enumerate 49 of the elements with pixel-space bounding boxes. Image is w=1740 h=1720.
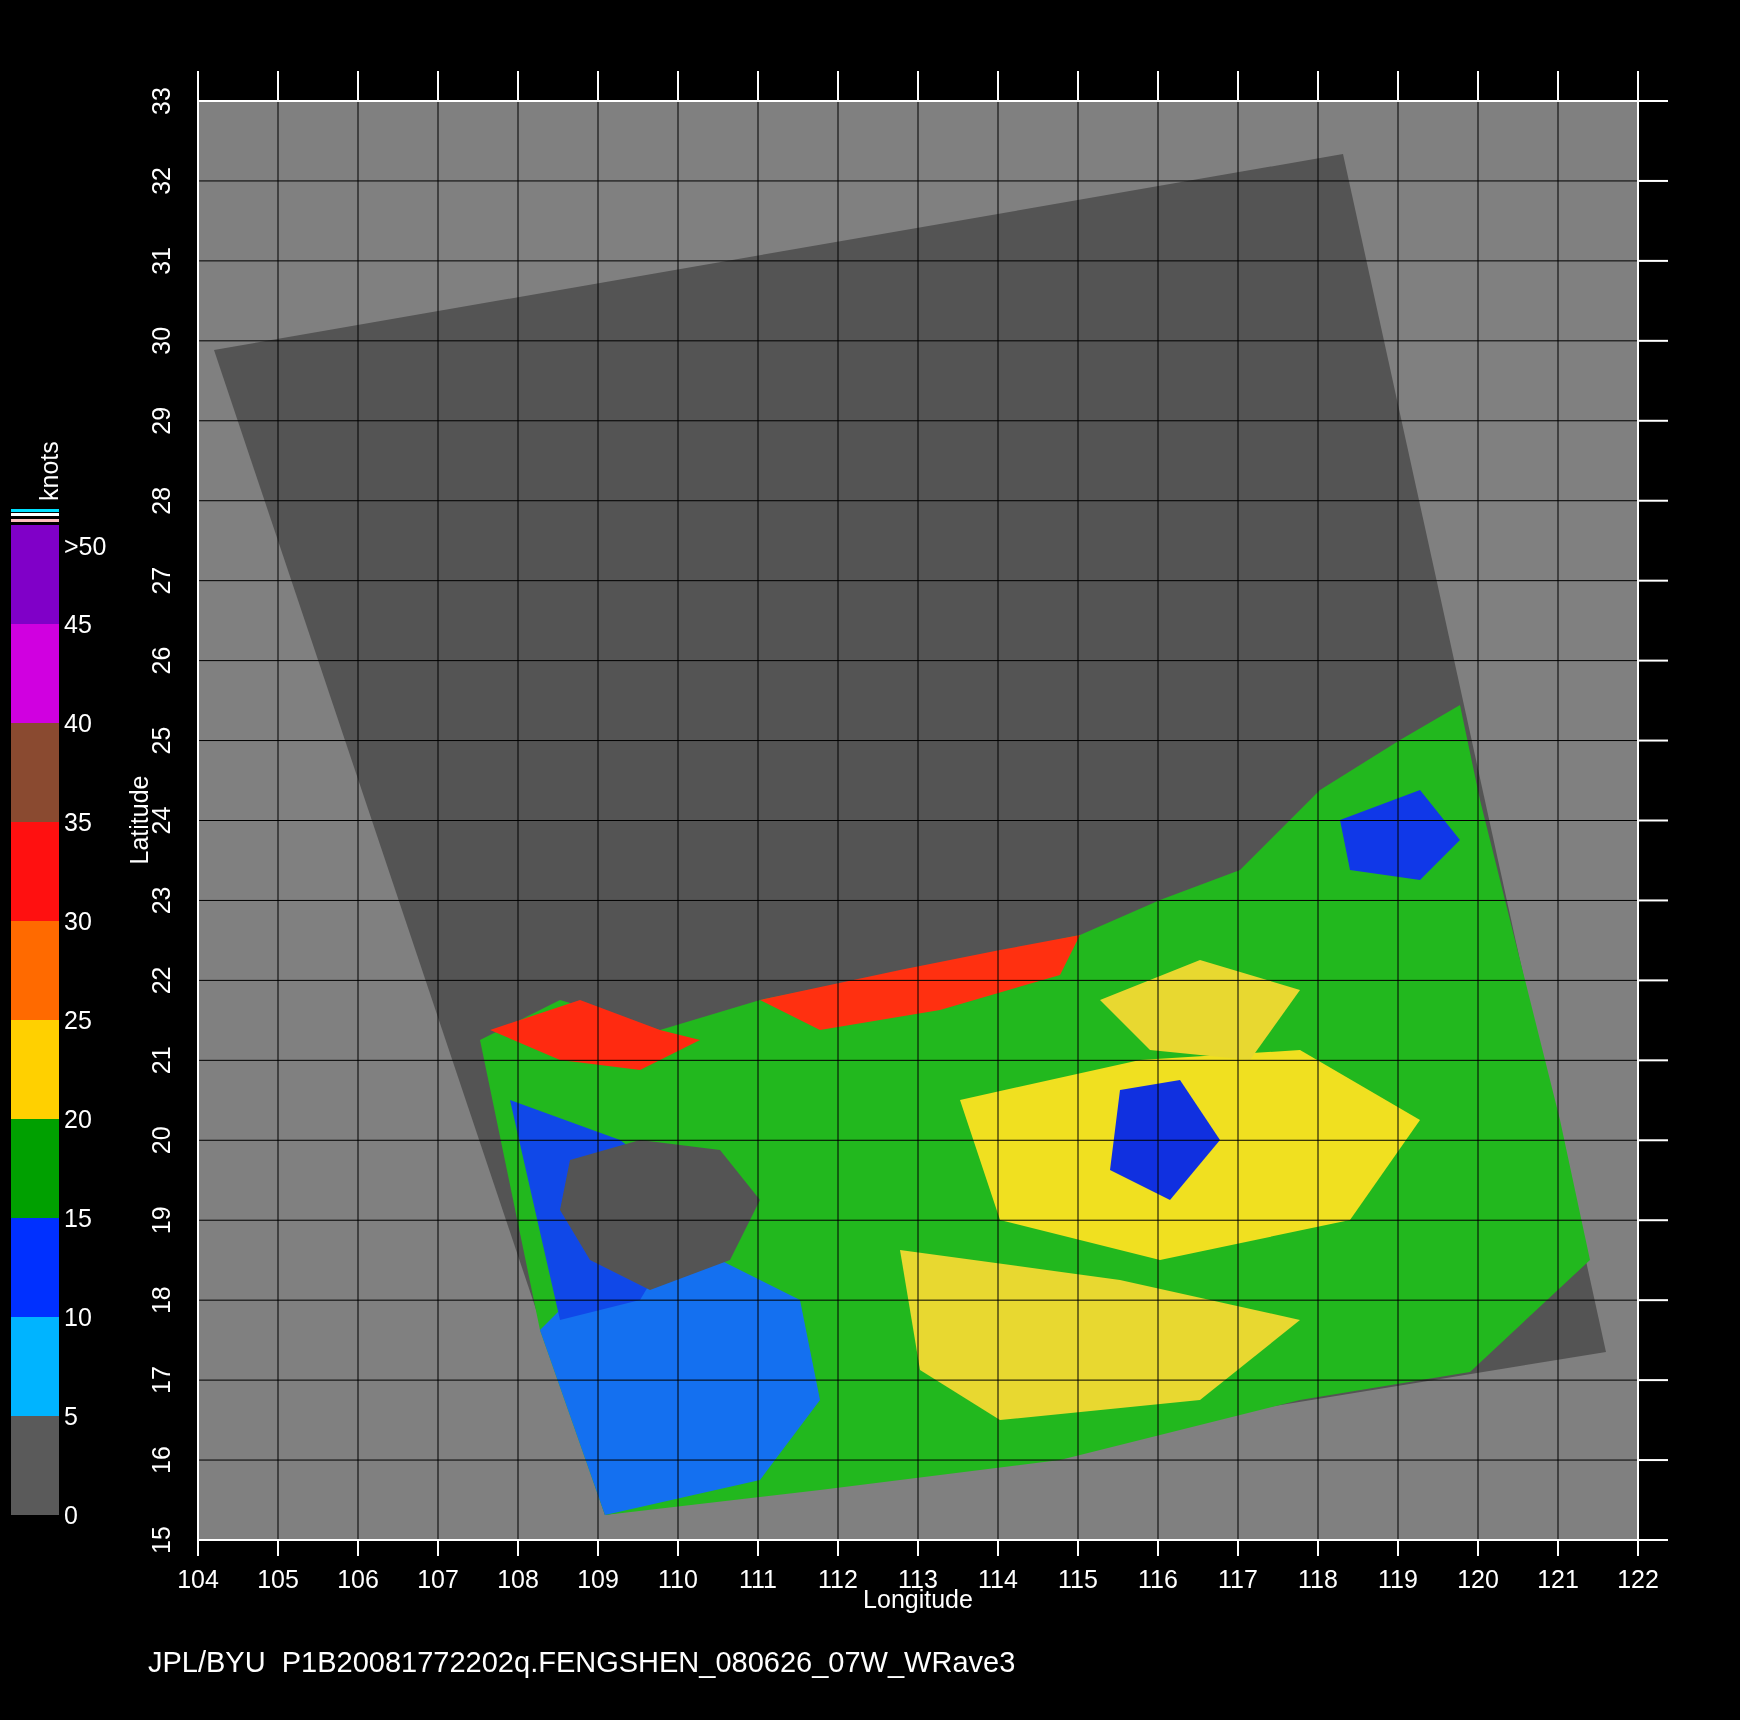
x-tick-label: 119 bbox=[1378, 1565, 1418, 1593]
y-tick-label: 29 bbox=[147, 406, 175, 435]
y-tick-label: 16 bbox=[147, 1446, 175, 1474]
scale-label: 35 bbox=[64, 808, 92, 836]
x-tick-label: 108 bbox=[497, 1565, 539, 1593]
y-tick-label: 33 bbox=[147, 87, 175, 115]
x-tick-label: 105 bbox=[257, 1565, 299, 1593]
x-tick-label: 107 bbox=[417, 1565, 459, 1593]
y-tick-label: 32 bbox=[147, 167, 175, 195]
plot-caption: JPL/BYU P1B20081772202q.FENGSHEN_080626_07W_WRave3 bbox=[148, 1646, 1016, 1678]
x-tick-label: 122 bbox=[1617, 1565, 1659, 1593]
x-tick-label: 121 bbox=[1537, 1565, 1579, 1593]
y-tick-label: 17 bbox=[147, 1366, 175, 1394]
x-tick-label: 110 bbox=[658, 1565, 698, 1593]
y-tick-label: 15 bbox=[147, 1526, 175, 1554]
scale-label: 0 bbox=[64, 1501, 78, 1529]
y-tick-label: 21 bbox=[147, 1046, 175, 1075]
scale-label: 30 bbox=[64, 907, 92, 935]
y-tick-label: 20 bbox=[147, 1126, 175, 1155]
y-tick-label: 22 bbox=[147, 966, 175, 995]
y-tick-label: 28 bbox=[147, 486, 175, 515]
x-tick-label: 104 bbox=[177, 1565, 219, 1593]
y-tick-label: 19 bbox=[147, 1206, 175, 1235]
scale-label: 15 bbox=[64, 1204, 92, 1232]
scale-label: 25 bbox=[64, 1006, 92, 1034]
x-tick-label: 112 bbox=[818, 1565, 858, 1593]
y-tick-label: 30 bbox=[147, 326, 175, 355]
x-tick-label: 117 bbox=[1218, 1565, 1258, 1593]
x-tick-label: 111 bbox=[739, 1565, 777, 1593]
y-tick-label: 23 bbox=[147, 886, 175, 915]
y-tick-label: 27 bbox=[147, 566, 175, 595]
x-tick-label: 106 bbox=[337, 1565, 379, 1593]
scale-label: 40 bbox=[64, 709, 92, 737]
y-tick-label: 25 bbox=[147, 726, 175, 755]
x-tick-label: 116 bbox=[1138, 1565, 1178, 1593]
x-tick-label: 114 bbox=[978, 1565, 1018, 1593]
scale-label: 10 bbox=[64, 1303, 92, 1331]
y-tick-label: 18 bbox=[147, 1286, 175, 1315]
x-tick-label: 115 bbox=[1058, 1565, 1098, 1593]
x-tick-label: 118 bbox=[1298, 1565, 1338, 1593]
x-tick-label: 120 bbox=[1457, 1565, 1499, 1593]
y-tick-label: 31 bbox=[147, 247, 175, 275]
scale-label: >50 bbox=[64, 532, 107, 560]
y-tick-label: 26 bbox=[147, 646, 175, 675]
scale-label: 20 bbox=[64, 1105, 92, 1133]
scale-unit: knots bbox=[35, 441, 63, 501]
scale-label: 45 bbox=[64, 610, 92, 638]
x-tick-label: 109 bbox=[577, 1565, 619, 1593]
scale-label: 5 bbox=[64, 1402, 78, 1430]
